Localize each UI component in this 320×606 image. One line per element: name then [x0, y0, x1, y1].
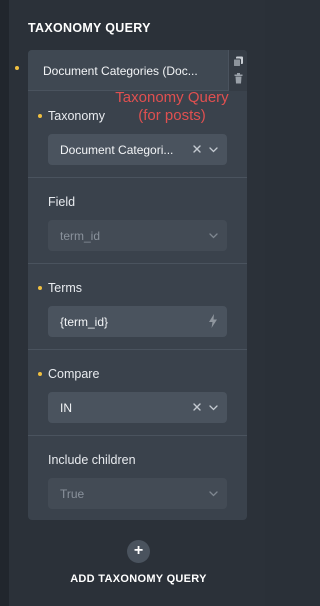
- terms-group: Terms {term_id}: [28, 264, 247, 350]
- terms-label: Terms: [48, 281, 83, 295]
- taxonomy-select-value: Document Categori...: [60, 143, 174, 157]
- chevron-down-icon: [209, 491, 218, 497]
- terms-modified-dot: [38, 286, 42, 290]
- left-gutter: [0, 0, 9, 606]
- include-children-group: Include children True: [28, 436, 247, 520]
- compare-group: Compare IN: [28, 350, 247, 436]
- chevron-down-icon: [209, 233, 218, 239]
- taxonomy-query-item-header[interactable]: Document Categories (Doc...: [28, 50, 247, 91]
- compare-label: Compare: [48, 367, 100, 381]
- terms-input-value: {term_id}: [60, 315, 109, 329]
- x-icon[interactable]: [192, 402, 202, 412]
- taxonomy-query-panel: TAXONOMY QUERY Document Categories (Doc.…: [0, 0, 265, 606]
- compare-select[interactable]: IN: [48, 392, 227, 423]
- plus-icon: +: [133, 542, 144, 559]
- x-icon[interactable]: [192, 144, 202, 154]
- annotation-line-2: (for posts): [138, 107, 206, 124]
- annotation-callout: Taxonomy Query (for posts): [107, 89, 237, 125]
- bolt-icon[interactable]: [208, 314, 218, 328]
- include-children-label: Include children: [48, 453, 136, 467]
- annotation-line-1: Taxonomy Query: [115, 89, 229, 106]
- taxonomy-modified-dot: [38, 114, 42, 118]
- taxonomy-label: Taxonomy: [48, 109, 105, 123]
- compare-modified-dot: [38, 372, 42, 376]
- field-label: Field: [48, 195, 76, 209]
- chevron-down-icon: [209, 147, 218, 153]
- field-select-placeholder: term_id: [60, 229, 101, 243]
- field-group: Field term_id: [28, 178, 247, 264]
- add-taxonomy-query-label[interactable]: ADD TAXONOMY QUERY: [0, 573, 277, 585]
- modified-indicator-dot: [15, 66, 19, 70]
- terms-input[interactable]: {term_id}: [48, 306, 227, 337]
- section-title: TAXONOMY QUERY: [28, 21, 151, 35]
- field-select[interactable]: term_id: [48, 220, 227, 251]
- header-actions: [228, 50, 247, 91]
- include-children-select[interactable]: True: [48, 478, 227, 509]
- compare-select-value: IN: [60, 401, 72, 415]
- include-children-placeholder: True: [60, 487, 85, 501]
- copy-icon[interactable]: [233, 56, 244, 67]
- chevron-down-icon: [209, 405, 218, 411]
- trash-icon[interactable]: [233, 73, 244, 84]
- taxonomy-select[interactable]: Document Categori...: [48, 134, 227, 165]
- add-taxonomy-query-button[interactable]: +: [127, 540, 150, 563]
- taxonomy-query-item-title: Document Categories (Doc...: [43, 64, 198, 78]
